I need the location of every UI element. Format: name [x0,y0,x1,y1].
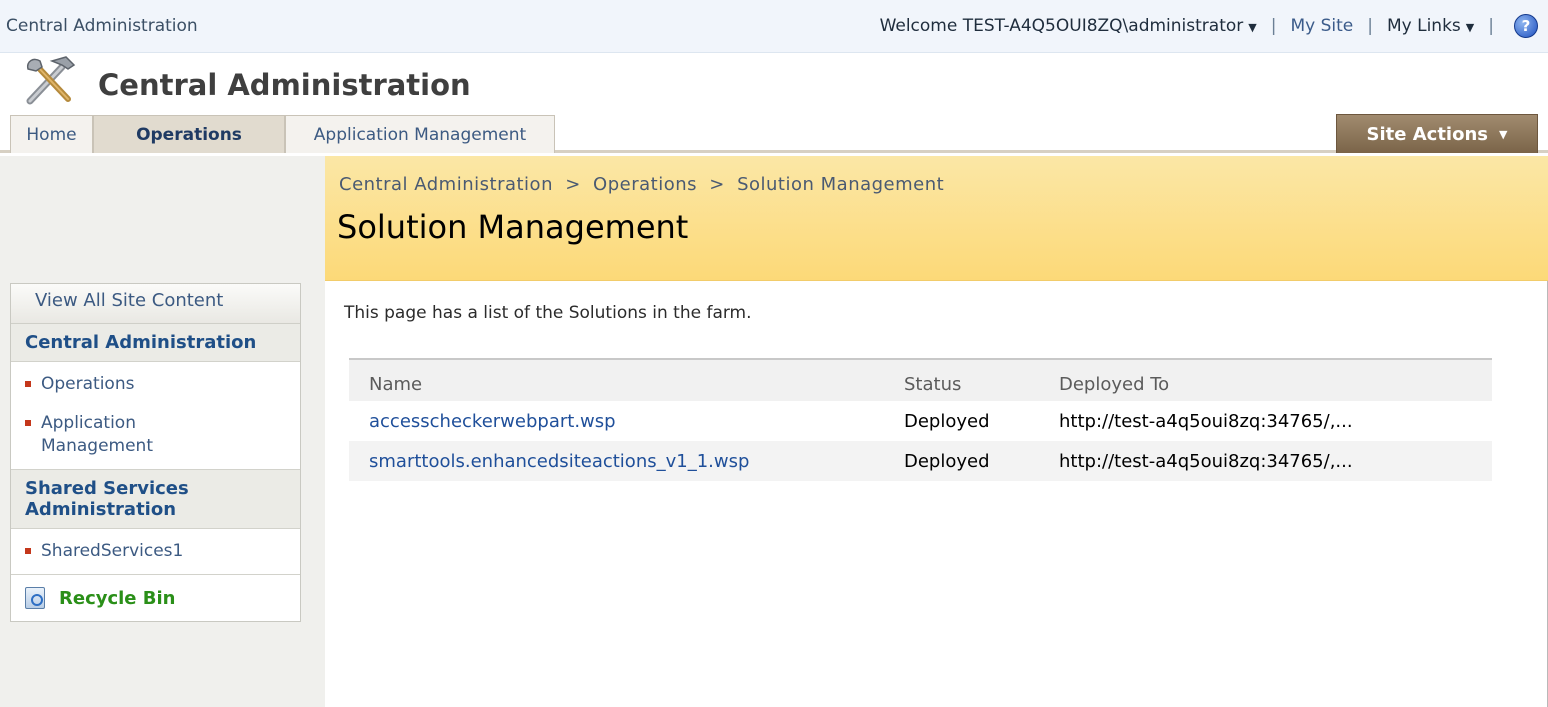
my-links-menu[interactable]: My Links ▼ [1387,16,1474,36]
global-links: Welcome TEST-A4Q5OUI8ZQ\administrator ▼ |… [880,14,1538,38]
breadcrumb-solution-management: Solution Management [737,174,945,195]
solution-name-cell: smarttools.enhancedsiteactions_v1_1.wsp [349,441,894,481]
solution-deployed-to: http://test-a4q5oui8zq:34765/,... [1059,410,1353,432]
quick-launch-heading-central-administration[interactable]: Central Administration [11,324,300,362]
chevron-down-icon: ▼ [1248,21,1257,34]
my-links-text: My Links [1386,16,1461,36]
top-nav-tabs: Home Operations Application Management [0,109,1548,153]
solution-deployed-to: http://test-a4q5oui8zq:34765/,... [1059,450,1353,472]
table-header-row: Name Status Deployed To [349,359,1492,401]
page-description: This page has a list of the Solutions in… [344,303,752,323]
site-title[interactable]: Central Administration [98,68,471,102]
separator: | [1270,16,1277,36]
my-site-link[interactable]: My Site [1290,16,1353,36]
quick-launch-item-label: SharedServices1 [41,541,184,561]
quick-launch-group: SharedServices1 [11,529,300,575]
quick-launch-item-operations[interactable]: Operations [11,365,300,404]
bullet-icon [25,548,31,554]
recycle-bin-icon [25,587,45,609]
tab-application-management[interactable]: Application Management [285,115,555,153]
quick-launch-item-label: Operations [41,374,135,394]
quick-launch: View All Site Content Central Administra… [10,283,301,622]
quick-launch-item-sharedservices1[interactable]: SharedServices1 [11,532,300,571]
tab-operations[interactable]: Operations [93,115,285,153]
quick-launch-item-label: Application Management [41,413,153,456]
quick-launch-heading-shared-services[interactable]: Shared Services Administration [11,470,300,529]
view-all-site-content-link[interactable]: View All Site Content [11,284,300,324]
tab-home[interactable]: Home [10,115,93,153]
left-nav: View All Site Content Central Administra… [0,156,325,707]
recycle-bin-label: Recycle Bin [59,587,176,609]
solution-link[interactable]: accesscheckerwebpart.wsp [369,411,616,432]
welcome-menu[interactable]: Welcome TEST-A4Q5OUI8ZQ\administrator ▼ [880,16,1257,36]
solution-status: Deployed [904,450,990,472]
tools-icon [26,56,76,105]
bullet-icon [25,381,31,387]
table-row: smarttools.enhancedsiteactions_v1_1.wsp … [349,441,1492,481]
quick-launch-item-application-management[interactable]: Application Management [11,404,300,466]
column-header-deployed-to[interactable]: Deployed To [1039,359,1492,401]
breadcrumb: Central Administration > Operations > So… [339,174,944,195]
separator: | [1488,16,1494,36]
site-label[interactable]: Central Administration [6,16,198,36]
table-row: accesscheckerwebpart.wsp Deployed http:/… [349,401,1492,441]
solution-name-cell: accesscheckerwebpart.wsp [349,401,894,441]
column-header-name[interactable]: Name [349,359,894,401]
bullet-icon [25,420,31,426]
breadcrumb-operations[interactable]: Operations [593,174,697,195]
recycle-bin-link[interactable]: Recycle Bin [11,575,300,621]
solution-status: Deployed [904,410,990,432]
solution-link[interactable]: smarttools.enhancedsiteactions_v1_1.wsp [369,451,749,472]
breadcrumb-central-administration[interactable]: Central Administration [339,174,553,195]
global-bar: Central Administration Welcome TEST-A4Q5… [0,0,1548,53]
breadcrumb-separator: > [709,174,725,195]
page-header: Central Administration > Operations > So… [325,156,1548,281]
column-header-status[interactable]: Status [894,359,1039,401]
title-row: Central Administration [0,53,1548,109]
breadcrumb-separator: > [565,174,581,195]
solutions-table: Name Status Deployed To accesscheckerweb… [349,358,1492,481]
quick-launch-group: Operations Application Management [11,362,300,470]
site-actions-button[interactable]: Site Actions ▼ [1336,114,1538,153]
help-icon[interactable]: ? [1514,14,1538,38]
site-actions-label: Site Actions [1366,123,1488,145]
page-title: Solution Management [337,208,689,246]
separator: | [1367,16,1373,36]
chevron-down-icon: ▼ [1465,21,1475,34]
main-content: This page has a list of the Solutions in… [325,281,1548,707]
welcome-text: Welcome TEST-A4Q5OUI8ZQ\administrator [879,16,1244,36]
chevron-down-icon: ▼ [1499,127,1508,141]
